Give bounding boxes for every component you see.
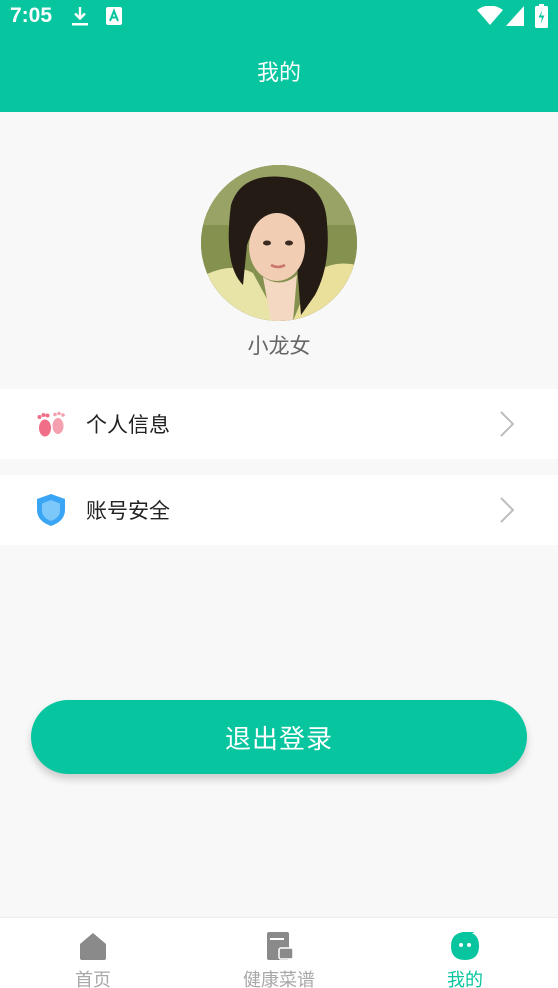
menu-item-personal-info[interactable]: 个人信息 <box>0 389 558 459</box>
bottom-nav: 首页 健康菜谱 我的 <box>0 917 558 988</box>
battery-charging-icon <box>535 4 548 32</box>
chevron-right-icon <box>498 496 516 524</box>
footprints-icon <box>34 407 68 441</box>
shield-icon <box>34 493 68 527</box>
menu-item-account-security[interactable]: 账号安全 <box>0 475 558 545</box>
nav-label: 首页 <box>75 970 111 988</box>
nav-label: 我的 <box>447 970 483 988</box>
logout-button[interactable]: 退出登录 <box>31 700 527 774</box>
menu-item-label: 账号安全 <box>86 499 170 523</box>
avatar[interactable] <box>201 165 357 321</box>
menu-book-icon <box>263 930 295 962</box>
nav-item-mine[interactable]: 我的 <box>372 918 558 988</box>
home-icon <box>77 930 109 962</box>
wifi-icon <box>477 5 503 30</box>
app-root: 7:05 我的 小龙女 个人信息 账号安全 退出登录 首页 健康菜谱 我的 <box>0 0 558 988</box>
username: 小龙女 <box>247 334 311 358</box>
nav-label: 健康菜谱 <box>243 970 315 988</box>
download-icon <box>70 5 90 31</box>
nav-item-home[interactable]: 首页 <box>0 918 186 988</box>
status-bar: 7:05 <box>0 0 558 33</box>
app-header: 我的 <box>0 33 558 112</box>
status-time: 7:05 <box>10 4 53 27</box>
chevron-right-icon <box>498 410 516 438</box>
chat-bubble-icon <box>449 930 481 962</box>
page-title: 我的 <box>256 61 301 86</box>
signal-icon <box>506 6 524 30</box>
a-badge-icon <box>106 7 122 29</box>
avatar-photo <box>201 165 357 321</box>
menu-item-label: 个人信息 <box>86 413 170 437</box>
nav-item-recipes[interactable]: 健康菜谱 <box>186 918 372 988</box>
